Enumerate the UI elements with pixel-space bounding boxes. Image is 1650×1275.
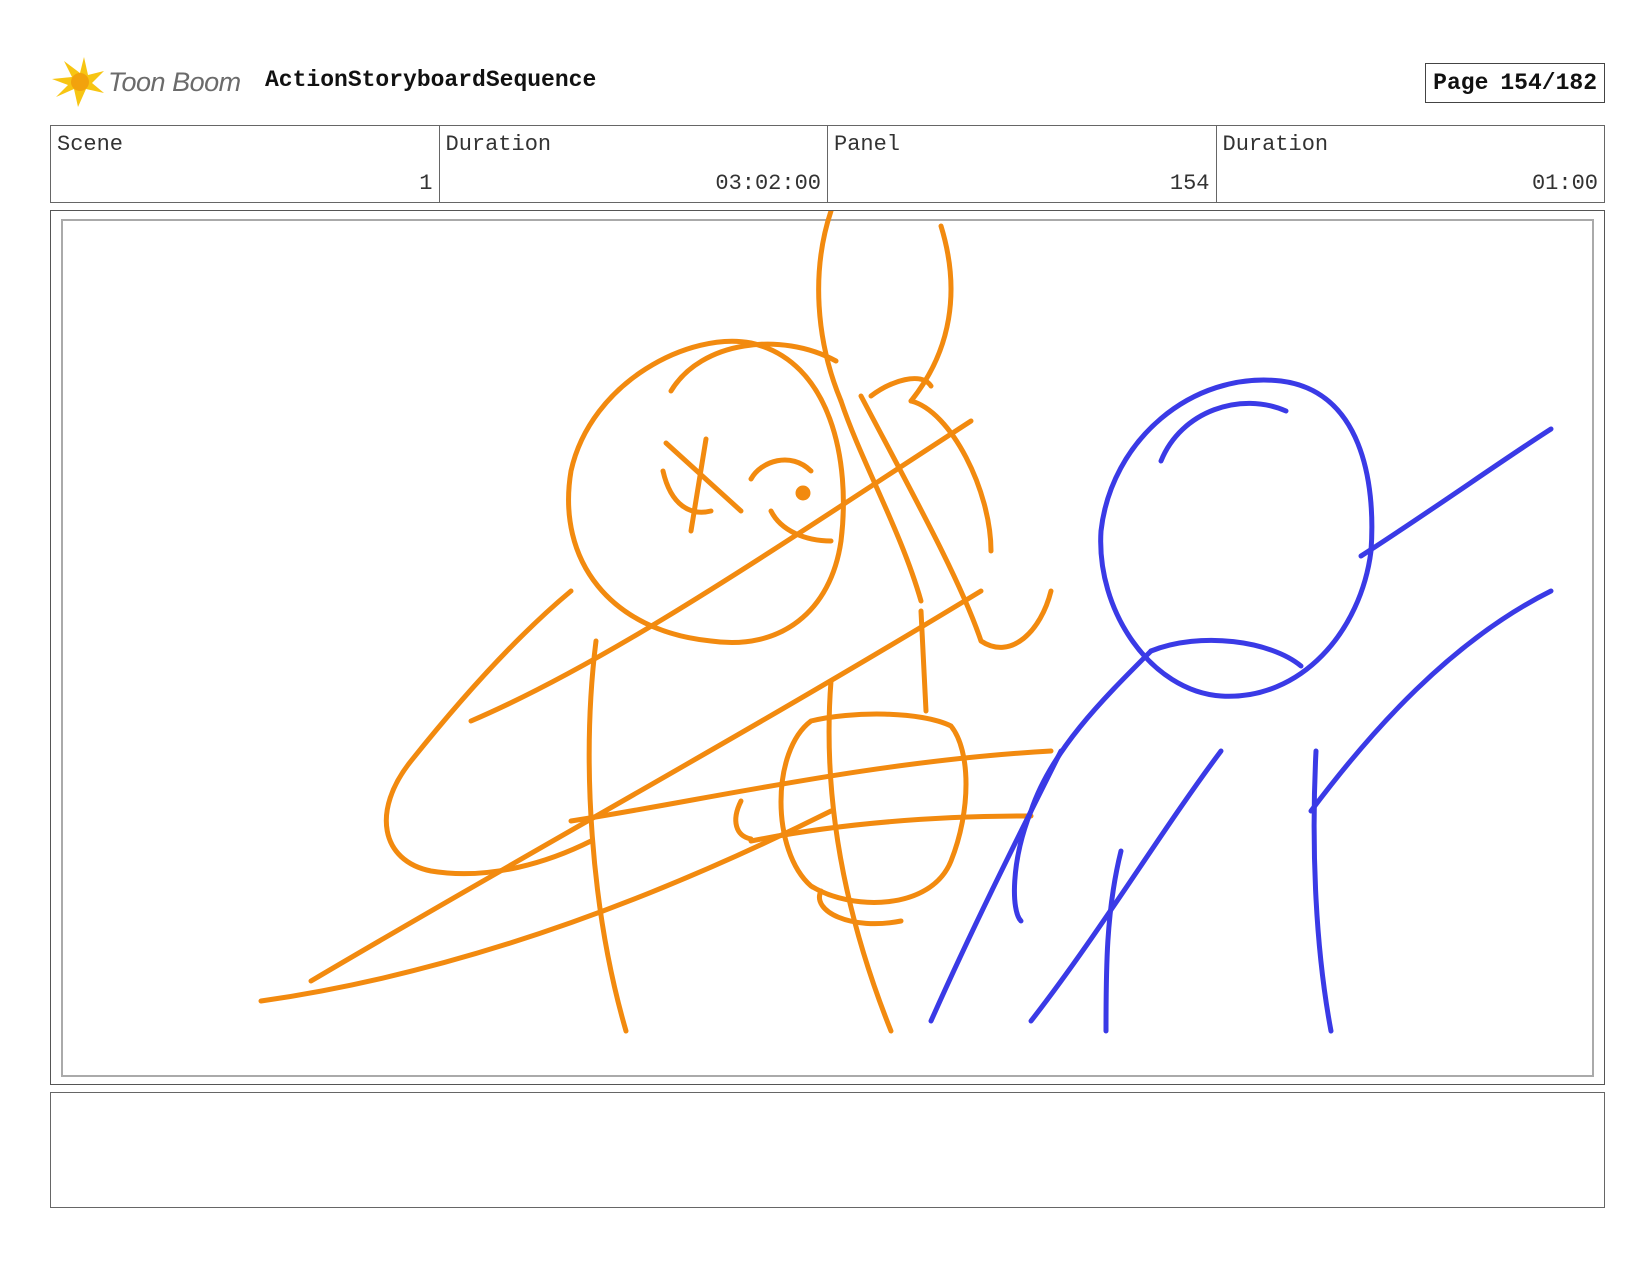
blue-figure-sketch [928, 377, 1554, 1034]
storyboard-panel [50, 210, 1605, 1085]
panel-duration-value: 01:00 [1531, 171, 1598, 196]
scene-cell: Scene 1 [51, 126, 440, 202]
panel-duration-cell: Duration 01:00 [1217, 126, 1605, 202]
panel-duration-label: Duration [1222, 132, 1329, 157]
scene-duration-label: Duration [445, 132, 552, 157]
brand-logo: Toon Boom [50, 55, 241, 110]
orange-figure-sketch [258, 211, 1054, 1034]
page-indicator: Page 154/182 [1425, 63, 1605, 103]
panel-label: Panel [834, 132, 901, 157]
page-number: 154/182 [1500, 70, 1597, 96]
panel-sketch [258, 211, 1554, 1034]
scene-duration-value: 03:02:00 [715, 171, 821, 196]
panel-info-table: Scene 1 Duration 03:02:00 Panel 154 Dura… [50, 125, 1605, 203]
brand-name: Toon Boom [108, 67, 241, 97]
page-label: Page [1433, 70, 1489, 96]
scene-duration-cell: Duration 03:02:00 [440, 126, 828, 202]
panel-cell: Panel 154 [828, 126, 1217, 202]
page-header: Toon Boom ActionStoryboardSequence Page … [50, 55, 1605, 115]
scene-value: 1 [419, 171, 433, 196]
scene-label: Scene [57, 132, 124, 157]
starburst-icon [52, 56, 104, 107]
project-title: ActionStoryboardSequence [265, 67, 597, 93]
panel-value: 154 [1169, 171, 1210, 196]
panel-notes-box [50, 1092, 1605, 1208]
